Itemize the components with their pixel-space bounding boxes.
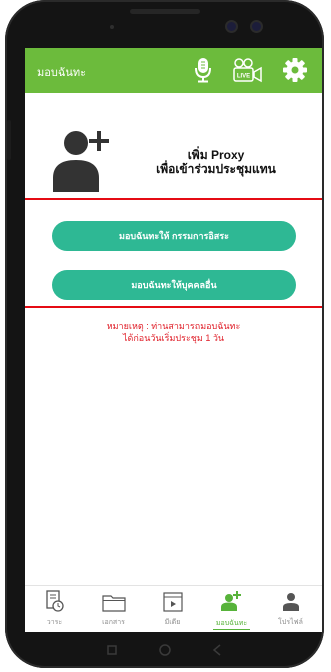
- app-screen: มอบฉันทะ LIVE เพิ่ม Proxy เพื่อเข้าร่วมป…: [25, 48, 322, 632]
- volume-button: [7, 120, 11, 160]
- promo-line-2: เพื่อเข้าร่วมประชุมแทน: [156, 162, 276, 176]
- phone-frame: มอบฉันทะ LIVE เพิ่ม Proxy เพื่อเข้าร่วมป…: [5, 0, 324, 668]
- tab-documents[interactable]: เอกสาร: [84, 588, 143, 632]
- tab-proxy[interactable]: มอบฉันทะ: [202, 588, 261, 632]
- tab-agenda[interactable]: วาระ: [25, 588, 84, 632]
- tab-profile-label: โปรไฟล์: [278, 619, 303, 626]
- add-user-icon: [53, 126, 121, 201]
- tab-proxy-label: มอบฉันทะ: [212, 618, 251, 630]
- tab-media[interactable]: มีเดีย: [143, 588, 202, 632]
- microphone-icon[interactable]: [192, 56, 214, 84]
- sensor-dot: [110, 25, 114, 29]
- promo-line-1: เพิ่ม Proxy: [187, 148, 245, 162]
- tab-media-label: มีเดีย: [164, 619, 181, 626]
- media-icon: [143, 588, 202, 612]
- proxy-independent-director-button[interactable]: มอบฉันทะให้ กรรมการอิสระ: [52, 221, 296, 251]
- agenda-icon: [25, 588, 84, 612]
- svg-text:LIVE: LIVE: [237, 74, 250, 80]
- live-video-icon[interactable]: LIVE: [232, 56, 264, 84]
- back-icon: [212, 644, 220, 656]
- recents-icon: [106, 645, 117, 655]
- proxy-note: หมายเหตุ : ท่านสามารถมอบฉันทะ ได้ก่อนวัน…: [25, 320, 322, 344]
- person-icon: [261, 588, 320, 612]
- app-header: มอบฉันทะ LIVE: [25, 48, 322, 93]
- gear-icon[interactable]: [281, 56, 309, 84]
- note-line-2: ได้ก่อนวันเริ่มประชุม 1 วัน: [122, 333, 225, 343]
- header-title: มอบฉันทะ: [37, 67, 87, 79]
- tab-profile[interactable]: โปรไฟล์: [261, 588, 320, 632]
- add-user-icon: [202, 588, 261, 612]
- proxy-other-person-button[interactable]: มอบฉันทะให้บุคคลอื่น: [52, 270, 296, 300]
- home-icon: [158, 644, 171, 656]
- speaker-grille: [129, 9, 200, 14]
- tab-documents-label: เอกสาร: [102, 619, 125, 626]
- tab-agenda-label: วาระ: [46, 619, 63, 626]
- system-nav-bar: [90, 640, 240, 660]
- promo-text: เพิ่ม Proxy เพื่อเข้าร่วมประชุมแทน: [121, 148, 311, 176]
- front-camera-secondary: [252, 22, 261, 31]
- folder-icon: [84, 588, 143, 612]
- bottom-tab-bar: วาระ เอกสาร มีเดีย มอบฉันทะ โปรไฟล์: [25, 585, 322, 632]
- front-camera: [227, 22, 236, 31]
- note-line-1: หมายเหตุ : ท่านสามารถมอบฉันทะ: [106, 321, 241, 331]
- proxy-promo: เพิ่ม Proxy เพื่อเข้าร่วมประชุมแทน: [25, 118, 322, 208]
